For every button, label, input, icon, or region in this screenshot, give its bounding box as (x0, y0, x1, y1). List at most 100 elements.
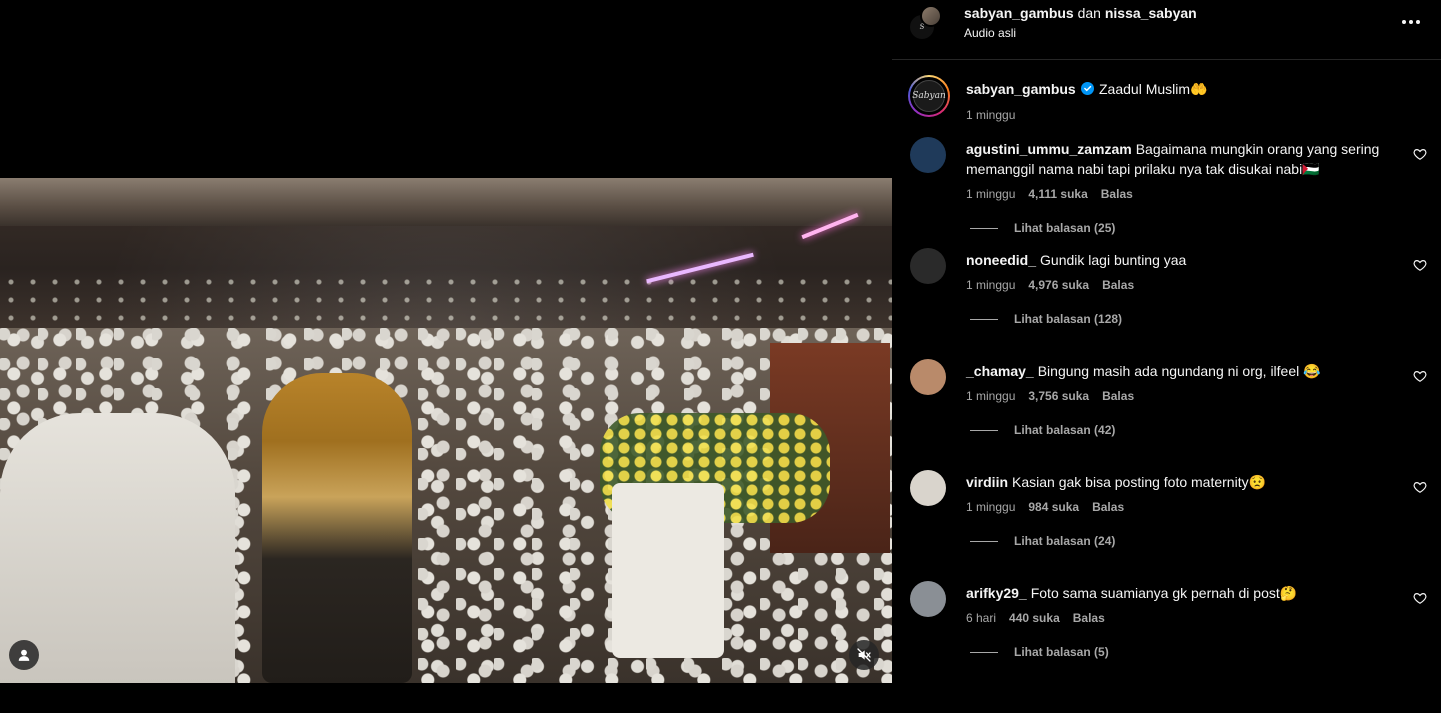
comment-meta: 1 minggu 3,756 suka Balas (966, 389, 1134, 403)
comment-timestamp[interactable]: 6 hari (966, 611, 996, 625)
comment-timestamp[interactable]: 1 minggu (966, 187, 1015, 201)
comment-like-count[interactable]: 984 suka (1028, 500, 1079, 514)
view-replies-divider (970, 429, 998, 431)
reel-video[interactable] (0, 178, 892, 683)
comment-item: agustini_ummu_zamzam Bagaimana mungkin or… (892, 137, 1441, 248)
like-comment-button[interactable] (1413, 258, 1427, 272)
comment-item: _chamay_ Bingung masih ada ngundang ni or… (892, 359, 1441, 470)
comment-meta: 1 minggu 984 suka Balas (966, 500, 1124, 514)
view-replies-label: Lihat balasan (25) (1014, 221, 1116, 235)
video-scene-air-cooler (612, 483, 724, 658)
avatar[interactable]: Sabyan (908, 75, 950, 117)
view-replies-button[interactable]: Lihat balasan (24) (970, 534, 1115, 548)
video-scene-singer (262, 373, 412, 683)
comment-text: Kasian gak bisa posting foto maternity😟 (1012, 474, 1267, 490)
user-tag-icon (18, 649, 30, 661)
owner-username-link[interactable]: sabyan_gambus (964, 5, 1074, 21)
volume-muted-icon (857, 648, 871, 662)
avatar[interactable] (910, 137, 946, 173)
comment-timestamp[interactable]: 1 minggu (966, 500, 1015, 514)
view-replies-divider (970, 227, 998, 229)
comment-username[interactable]: noneedid_ (966, 252, 1036, 268)
comment-username[interactable]: arifky29_ (966, 585, 1027, 601)
heart-outline-icon (1413, 260, 1427, 271)
view-replies-button[interactable]: Lihat balasan (5) (970, 645, 1109, 659)
comment-username[interactable]: virdiin (966, 474, 1008, 490)
heart-outline-icon (1413, 593, 1427, 604)
post-caption: Sabyan sabyan_gambus Zaadul Muslim🤲 1 mi… (892, 60, 1441, 137)
reply-button[interactable]: Balas (1101, 187, 1133, 201)
avatar[interactable] (910, 470, 946, 506)
like-comment-button[interactable] (1413, 591, 1427, 605)
view-replies-divider (970, 318, 998, 320)
more-horizontal-icon (1402, 20, 1420, 24)
comment-timestamp[interactable]: 1 minggu (966, 389, 1015, 403)
avatar[interactable] (920, 5, 942, 27)
post-sidebar: S sabyan_gambus dan nissa_sabyan Audio a… (892, 0, 1441, 713)
avatar[interactable] (910, 248, 946, 284)
comment-like-count[interactable]: 4,976 suka (1028, 278, 1089, 292)
comment-meta: 6 hari 440 suka Balas (966, 611, 1105, 625)
verified-badge-icon (1081, 82, 1094, 95)
checkmark-icon (1084, 85, 1092, 92)
avatar[interactable] (910, 581, 946, 617)
comment-username[interactable]: agustini_ummu_zamzam (966, 141, 1132, 157)
like-comment-button[interactable] (1413, 147, 1427, 161)
comment-body: agustini_ummu_zamzam Bagaimana mungkin or… (966, 139, 1406, 179)
view-replies-button[interactable]: Lihat balasan (42) (970, 423, 1115, 437)
reply-button[interactable]: Balas (1102, 389, 1134, 403)
view-replies-label: Lihat balasan (42) (1014, 423, 1116, 437)
reply-button[interactable]: Balas (1102, 278, 1134, 292)
comment-text: Foto sama suamianya gk pernah di post🤔 (1030, 585, 1298, 601)
comment-meta: 1 minggu 4,111 suka Balas (966, 187, 1133, 201)
collab-avatar-stack[interactable]: S (908, 5, 944, 41)
video-scene-ceiling (0, 178, 892, 226)
avatar[interactable] (910, 359, 946, 395)
caption-username[interactable]: sabyan_gambus (966, 81, 1076, 97)
media-pane (0, 0, 892, 713)
comment-timestamp[interactable]: 1 minggu (966, 278, 1015, 292)
comment-username[interactable]: _chamay_ (966, 363, 1034, 379)
owner-username-link[interactable]: nissa_sabyan (1105, 5, 1197, 21)
more-options-button[interactable] (1399, 10, 1423, 34)
comment-text: Bingung masih ada ngundang ni org, ilfee… (1037, 363, 1321, 379)
comment-body: noneedid_ Gundik lagi bunting yaa (966, 250, 1406, 270)
reply-button[interactable]: Balas (1073, 611, 1105, 625)
comment-item: noneedid_ Gundik lagi bunting yaa 1 mingg… (892, 248, 1441, 359)
caption-text: Zaadul Muslim🤲 (1099, 81, 1208, 97)
audio-link[interactable]: Audio asli (964, 26, 1016, 40)
view-replies-divider (970, 651, 998, 653)
mute-toggle-button[interactable] (849, 640, 879, 670)
comment-body: _chamay_ Bingung masih ada ngundang ni or… (966, 361, 1406, 381)
comment-body: virdiin Kasian gak bisa posting foto mate… (966, 472, 1406, 492)
heart-outline-icon (1413, 371, 1427, 382)
like-comment-button[interactable] (1413, 369, 1427, 383)
comment-item: arifky29_ Foto sama suamianya gk pernah d… (892, 581, 1441, 692)
view-replies-button[interactable]: Lihat balasan (25) (970, 221, 1115, 235)
view-replies-label: Lihat balasan (5) (1014, 645, 1109, 659)
avatar-inner: Sabyan (910, 77, 948, 115)
owner-joiner: dan (1077, 5, 1101, 21)
caption-timestamp[interactable]: 1 minggu (966, 108, 1015, 122)
view-replies-button[interactable]: Lihat balasan (128) (970, 312, 1122, 326)
sabyan-logo-icon: Sabyan (912, 80, 946, 112)
post-header: S sabyan_gambus dan nissa_sabyan Audio a… (892, 0, 1441, 60)
comment-like-count[interactable]: 440 suka (1009, 611, 1060, 625)
view-replies-label: Lihat balasan (128) (1014, 312, 1123, 326)
comment-item: virdiin Kasian gak bisa posting foto mate… (892, 470, 1441, 581)
video-scene-foreground-person (0, 413, 235, 683)
post-owners: sabyan_gambus dan nissa_sabyan (964, 5, 1197, 21)
view-replies-label: Lihat balasan (24) (1014, 534, 1116, 548)
comment-meta: 1 minggu 4,976 suka Balas (966, 278, 1134, 292)
comment-like-count[interactable]: 4,111 suka (1028, 187, 1087, 201)
comment-list: agustini_ummu_zamzam Bagaimana mungkin or… (892, 137, 1441, 692)
comment-body: arifky29_ Foto sama suamianya gk pernah d… (966, 583, 1406, 603)
heart-outline-icon (1413, 482, 1427, 493)
tagged-users-button[interactable] (9, 640, 39, 670)
comment-text: Gundik lagi bunting yaa (1040, 252, 1187, 268)
heart-outline-icon (1413, 149, 1427, 160)
like-comment-button[interactable] (1413, 480, 1427, 494)
comment-like-count[interactable]: 3,756 suka (1028, 389, 1089, 403)
view-replies-divider (970, 540, 998, 542)
reply-button[interactable]: Balas (1092, 500, 1124, 514)
